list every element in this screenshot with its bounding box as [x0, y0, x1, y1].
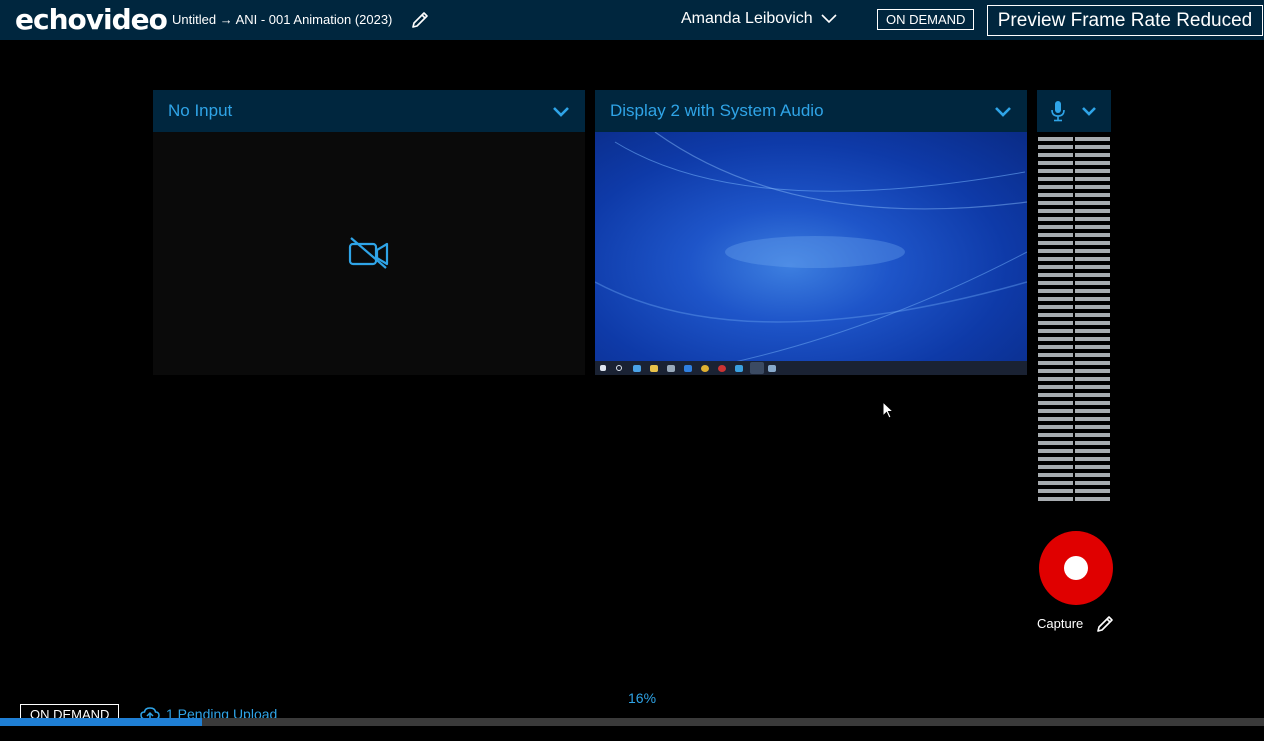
app-icon	[701, 365, 709, 372]
audio-selector[interactable]	[1037, 90, 1111, 132]
top-bar: echovideo Untitled → ANI - 001 Animation…	[0, 0, 1264, 40]
app-icon	[768, 365, 776, 372]
app-icon	[684, 365, 692, 372]
edit-icon[interactable]	[410, 10, 430, 30]
app-icon	[735, 365, 743, 372]
user-name: Amanda Leibovich	[681, 10, 813, 27]
upload-progress-fill	[0, 718, 203, 726]
audio-level-meter	[1038, 137, 1110, 505]
mode-badge: ON DEMAND	[877, 9, 975, 30]
upload-percent: 16%	[628, 690, 657, 706]
source-2-preview	[595, 132, 1027, 375]
audio-level-left	[1038, 137, 1073, 505]
user-menu[interactable]: Amanda Leibovich	[681, 10, 837, 28]
app-icon	[667, 365, 675, 372]
record-icon	[1064, 556, 1088, 580]
search-icon	[616, 365, 622, 371]
app-icon	[633, 365, 641, 372]
desktop-wallpaper	[595, 132, 1027, 373]
microphone-icon	[1051, 101, 1065, 122]
capture-label: Capture	[1037, 616, 1084, 631]
audio-level-right	[1075, 137, 1110, 505]
frame-rate-warning: Preview Frame Rate Reduced	[987, 5, 1263, 36]
start-icon	[600, 365, 606, 371]
source-1-preview	[153, 132, 585, 375]
chevron-down-icon	[995, 106, 1011, 117]
source-2-label: Display 2 with System Audio	[610, 101, 824, 120]
taskbar	[595, 361, 1027, 375]
mouse-cursor	[882, 401, 894, 419]
chevron-down-icon	[1082, 107, 1096, 116]
source-1-label: No Input	[168, 101, 233, 120]
chevron-down-icon	[821, 14, 837, 24]
logo: echovideo	[15, 3, 168, 36]
chevron-down-icon	[553, 106, 569, 117]
upload-progress-bar	[0, 718, 1264, 726]
app-icon	[718, 365, 726, 372]
breadcrumb: Untitled → ANI - 001 Animation (2023)	[172, 12, 393, 27]
video-off-icon	[348, 237, 389, 269]
record-button[interactable]	[1039, 531, 1113, 605]
edit-icon[interactable]	[1095, 614, 1115, 634]
source-2-selector[interactable]: Display 2 with System Audio	[595, 90, 1027, 132]
app-icon	[650, 365, 658, 372]
source-1-selector[interactable]: No Input	[153, 90, 585, 132]
app-icon	[750, 362, 764, 374]
